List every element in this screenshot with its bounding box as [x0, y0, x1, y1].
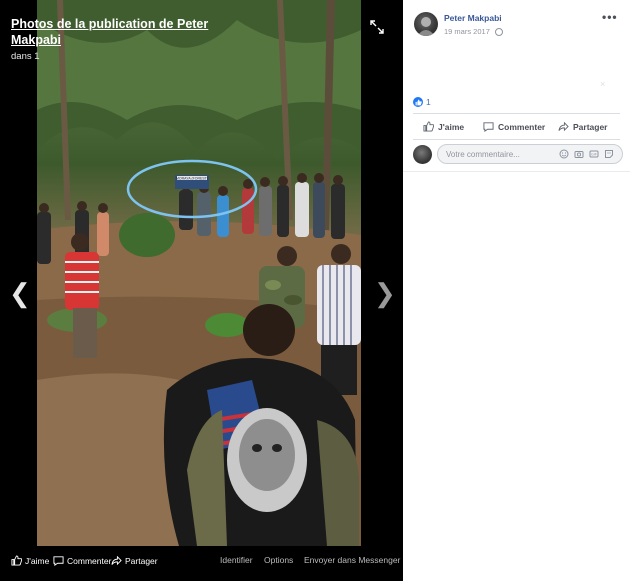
comment-composer: Votre commentaire... GIF: [413, 144, 623, 166]
comment-icon: [53, 556, 64, 566]
post-side-panel: Peter Makpabi 19 mars 2017 ••• × 1 J'aim…: [403, 0, 630, 581]
gif-icon[interactable]: GIF: [589, 149, 599, 159]
share-label: Partager: [573, 121, 608, 132]
sign-text: MORAYA (FOREST): [176, 177, 208, 181]
viewer-comment-button[interactable]: Commenter: [53, 555, 111, 566]
previous-photo-icon[interactable]: ❮: [9, 280, 31, 306]
sticker-icon[interactable]: [604, 149, 614, 159]
viewer-tag-label: Identifier: [220, 555, 253, 565]
camera-icon[interactable]: [574, 149, 584, 159]
more-options-icon[interactable]: •••: [602, 10, 618, 24]
user-avatar: [413, 145, 432, 164]
fullscreen-icon[interactable]: [370, 20, 384, 34]
next-photo-icon[interactable]: ❯: [374, 280, 396, 306]
viewer-comment-label: Commenter: [67, 555, 112, 566]
viewer-subtitle: dans 1: [11, 51, 40, 62]
viewer-tag-button[interactable]: Identifier: [220, 555, 253, 565]
author-avatar[interactable]: [414, 12, 438, 36]
post-actions: J'aime Commenter Partager: [413, 117, 620, 137]
share-icon: [111, 555, 122, 566]
post-photo[interactable]: MORAYA (FOREST): [37, 0, 361, 546]
viewer-messenger-label: Envoyer dans Messenger: [304, 555, 401, 565]
viewer-like-label: J'aime: [25, 555, 50, 566]
reaction-summary[interactable]: 1: [413, 97, 431, 107]
close-icon[interactable]: ×: [600, 79, 605, 89]
globe-icon: [494, 27, 503, 36]
divider: [403, 171, 630, 172]
viewer-title[interactable]: Photos de la publication de Peter Makpab…: [11, 16, 241, 48]
share-icon: [558, 121, 569, 132]
comment-button[interactable]: Commenter: [483, 121, 545, 132]
comment-label: Commenter: [498, 121, 546, 132]
comment-placeholder: Votre commentaire...: [446, 150, 520, 159]
viewer-share-button[interactable]: Partager: [111, 555, 158, 566]
thumbs-up-icon: [423, 121, 434, 132]
viewer-share-label: Partager: [125, 555, 158, 566]
comment-input[interactable]: Votre commentaire... GIF: [437, 144, 623, 164]
comment-tools: GIF: [559, 149, 614, 159]
post-date[interactable]: 19 mars 2017: [444, 27, 490, 36]
author-name[interactable]: Peter Makpabi: [444, 13, 502, 23]
viewer-options-label: Options: [264, 555, 294, 565]
viewer-like-button[interactable]: J'aime: [11, 555, 49, 566]
viewer-messenger-button[interactable]: Envoyer dans Messenger: [304, 555, 400, 565]
viewer-options-button[interactable]: Options: [264, 555, 293, 565]
like-button[interactable]: J'aime: [423, 121, 464, 132]
photo-scene: MORAYA (FOREST): [37, 0, 361, 546]
emoji-icon[interactable]: [559, 149, 569, 159]
share-button[interactable]: Partager: [558, 121, 608, 132]
photo-viewer: MORAYA (FOREST) Photos de la publication…: [0, 0, 403, 581]
like-label: J'aime: [438, 121, 465, 132]
viewer-action-bar: J'aime Commenter Partager Identifier Opt…: [0, 549, 403, 573]
reaction-count: 1: [426, 97, 431, 107]
post-date-row: 19 mars 2017: [444, 27, 503, 36]
thumbs-up-icon: [11, 555, 22, 566]
svg-text:GIF: GIF: [591, 153, 598, 157]
divider: [413, 139, 620, 140]
comment-icon: [483, 122, 494, 132]
divider: [413, 113, 620, 114]
like-badge-icon: [413, 97, 423, 107]
